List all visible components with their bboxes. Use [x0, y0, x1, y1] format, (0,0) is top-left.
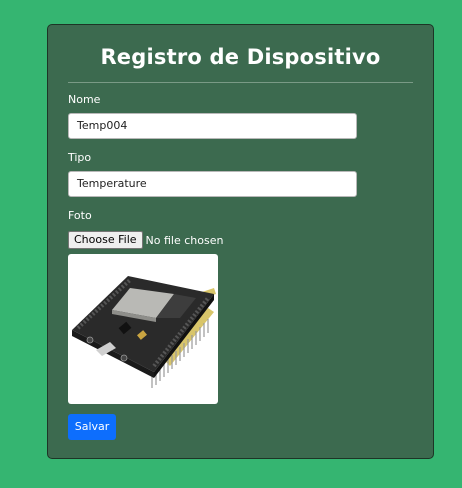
device-registration-card: Registro de Dispositivo Nome Temp004 Tip… [47, 24, 434, 459]
choose-file-button[interactable]: Choose File [68, 231, 143, 249]
file-input[interactable]: Choose File No file chosen [68, 230, 223, 250]
foto-label: Foto [68, 209, 92, 222]
nome-label: Nome [68, 93, 101, 106]
esp32-board-image [72, 276, 216, 388]
save-button[interactable]: Salvar [68, 414, 116, 440]
title-divider [68, 82, 413, 83]
photo-preview [68, 254, 218, 404]
nome-input[interactable]: Temp004 [68, 113, 357, 139]
tipo-input[interactable]: Temperature [68, 171, 357, 197]
tipo-label: Tipo [68, 151, 92, 164]
page-title: Registro de Dispositivo [100, 45, 381, 69]
file-status-text: No file chosen [145, 233, 224, 247]
